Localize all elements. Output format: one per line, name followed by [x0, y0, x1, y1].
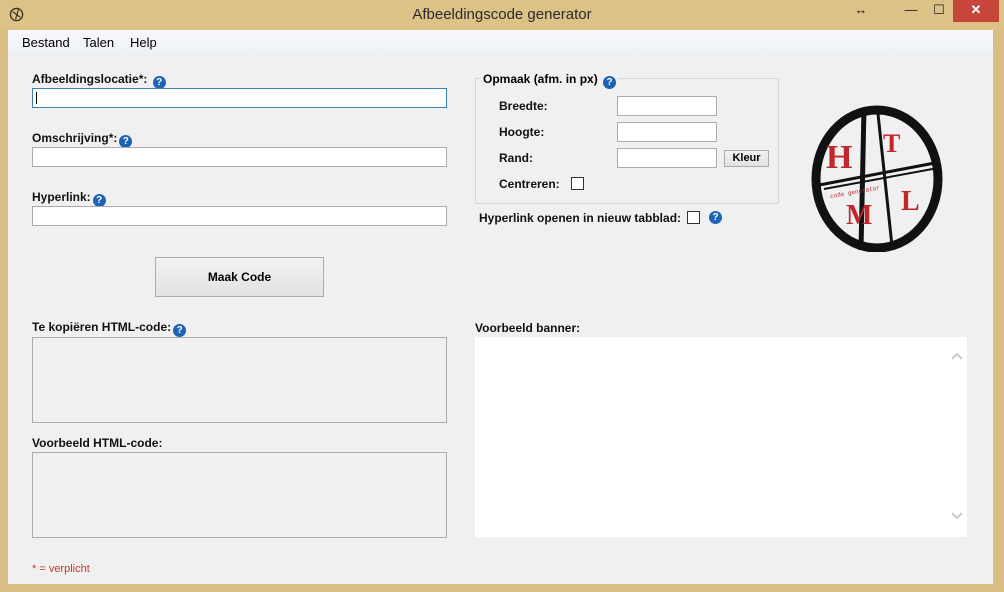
- height-label: Hoogte:: [499, 125, 545, 139]
- text-caret: [36, 92, 37, 104]
- preview-html-textarea[interactable]: [32, 452, 447, 538]
- logo-letter-h: H: [826, 139, 852, 176]
- menu-bar: Bestand Talen Help: [8, 30, 993, 54]
- help-icon[interactable]: ?: [173, 324, 187, 337]
- description-label-text: Omschrijving*:: [32, 131, 118, 145]
- title-bar: Afbeeldingscode generator ↔ — ☐ ✕: [0, 0, 1004, 30]
- logo-letter-t: T: [883, 129, 900, 158]
- window-border-left: [0, 30, 8, 592]
- border-input[interactable]: [617, 148, 717, 168]
- maximize-button[interactable]: ☐: [926, 0, 952, 22]
- move-icon[interactable]: ↔: [852, 0, 870, 22]
- hyperlink-input[interactable]: [32, 206, 447, 226]
- scroll-down-icon[interactable]: [951, 511, 963, 521]
- preview-html-label: Voorbeeld HTML-code:: [32, 436, 163, 450]
- htmlcode-logo: H T M L code generator: [811, 105, 943, 252]
- menu-bestand[interactable]: Bestand: [22, 35, 70, 50]
- preview-banner-label: Voorbeeld banner:: [475, 321, 581, 335]
- minimize-button[interactable]: —: [898, 0, 924, 22]
- color-button[interactable]: Kleur: [724, 150, 769, 167]
- close-button[interactable]: ✕: [953, 0, 999, 22]
- preview-banner-area[interactable]: [475, 337, 967, 537]
- window-border-bottom: [0, 584, 1004, 592]
- logo-letter-l: L: [901, 186, 920, 217]
- description-label: Omschrijving*:?: [32, 131, 133, 148]
- image-location-input[interactable]: [32, 88, 447, 108]
- center-checkbox[interactable]: [571, 177, 584, 190]
- hyperlink-label-text: Hyperlink:: [32, 190, 91, 204]
- hyperlink-label: Hyperlink:?: [32, 190, 106, 207]
- make-code-button[interactable]: Maak Code: [155, 257, 324, 297]
- layout-group-title-text: Opmaak (afm. in px): [483, 72, 598, 86]
- menu-help[interactable]: Help: [130, 35, 157, 50]
- border-label: Rand:: [499, 151, 533, 165]
- copy-html-label-text: Te kopiëren HTML-code:: [32, 320, 172, 334]
- description-input[interactable]: [32, 147, 447, 167]
- menu-talen[interactable]: Talen: [83, 35, 114, 50]
- copy-html-textarea[interactable]: [32, 337, 447, 423]
- width-label: Breedte:: [499, 99, 548, 113]
- help-icon[interactable]: ?: [709, 211, 722, 224]
- logo-letter-m: M: [846, 200, 872, 231]
- window-border-right: [993, 30, 1004, 592]
- required-note: * = verplicht: [32, 563, 90, 575]
- copy-html-label: Te kopiëren HTML-code:?: [32, 320, 187, 337]
- layout-group-title: Opmaak (afm. in px) ?: [481, 72, 619, 89]
- width-input[interactable]: [617, 96, 717, 116]
- client-area: Afbeeldingslocatie*: ? Omschrijving*:? H…: [8, 54, 993, 584]
- image-location-label: Afbeeldingslocatie*: ?: [32, 72, 166, 89]
- height-input[interactable]: [617, 122, 717, 142]
- center-label: Centreren:: [499, 177, 560, 191]
- image-location-label-text: Afbeeldingslocatie*:: [32, 72, 148, 86]
- new-tab-checkbox[interactable]: [687, 211, 700, 224]
- new-tab-label: Hyperlink openen in nieuw tabblad:: [479, 211, 682, 225]
- help-icon[interactable]: ?: [603, 76, 617, 89]
- scroll-up-icon[interactable]: [951, 351, 963, 361]
